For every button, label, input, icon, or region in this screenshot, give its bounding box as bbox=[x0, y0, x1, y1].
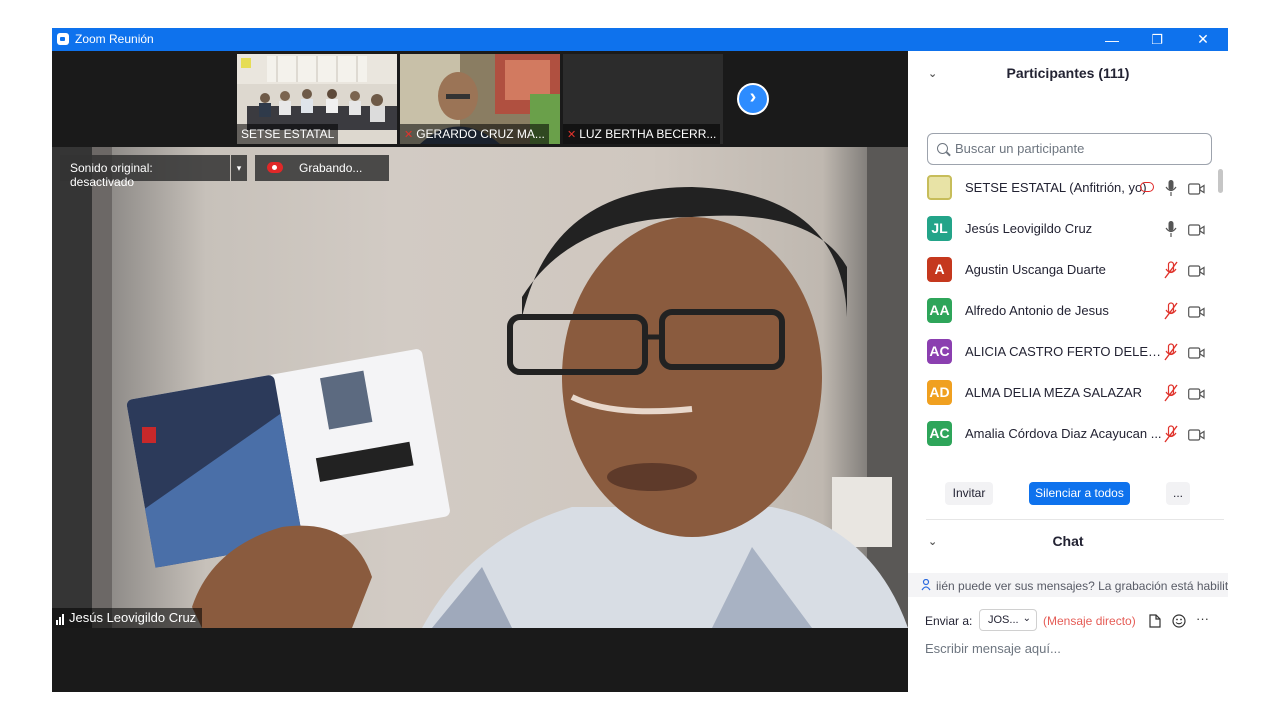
title-bar: Zoom Reunión — ❐ ✕ bbox=[52, 28, 1228, 51]
search-icon bbox=[937, 143, 948, 154]
avatar: JL bbox=[927, 216, 952, 241]
participant-name: Jesús Leovigildo Cruz bbox=[965, 221, 1093, 236]
microphone-muted-icon[interactable] bbox=[1164, 425, 1178, 443]
zoom-window: Zoom Reunión — ❐ ✕ SETSE ESTATAL ✕ GERAR… bbox=[52, 28, 1228, 692]
participant-list-scrollbar[interactable] bbox=[1218, 169, 1223, 455]
restore-button[interactable]: ❐ bbox=[1134, 28, 1180, 51]
video-camera-icon[interactable] bbox=[1188, 346, 1205, 359]
chat-header[interactable]: ⌄ Chat bbox=[908, 533, 1228, 559]
send-to-label: Enviar a: bbox=[925, 614, 973, 628]
close-button[interactable]: ✕ bbox=[1180, 28, 1226, 51]
window-title: Zoom Reunión bbox=[75, 32, 154, 46]
chat-title: Chat bbox=[1052, 533, 1084, 549]
invite-button[interactable]: Invitar bbox=[945, 482, 993, 505]
send-to-value: JOS... bbox=[988, 614, 1019, 626]
avatar: A bbox=[927, 257, 952, 282]
more-options-button[interactable]: ... bbox=[1166, 482, 1190, 505]
original-sound-toggle[interactable]: Sonido original: desactivado bbox=[60, 155, 230, 189]
mute-all-button[interactable]: Silenciar a todos bbox=[1029, 482, 1130, 505]
chat-message-input[interactable]: Escribir mensaje aquí... bbox=[925, 641, 1061, 656]
recording-label: Grabando... bbox=[299, 161, 363, 175]
collapse-chevron-icon[interactable]: ⌄ bbox=[928, 535, 937, 548]
microphone-muted-icon[interactable] bbox=[1164, 384, 1178, 402]
thumbnail-label: ✕ LUZ BERTHA BECERR... bbox=[563, 124, 721, 144]
signal-strength-icon bbox=[56, 610, 65, 625]
chat-visibility-notice: iién puede ver sus mensajes? La grabació… bbox=[908, 573, 1228, 597]
participants-title: Participantes (111) bbox=[1006, 65, 1130, 81]
divider bbox=[926, 519, 1224, 520]
microphone-muted-icon[interactable] bbox=[1164, 343, 1178, 361]
participant-row[interactable]: AC ALICIA CASTRO FERTO DELEGAC... bbox=[908, 333, 1218, 374]
send-to-select[interactable]: JOS... ⌄ bbox=[979, 609, 1037, 631]
participant-search-input[interactable]: Buscar un participante bbox=[927, 133, 1212, 165]
avatar bbox=[927, 175, 952, 200]
avatar: AC bbox=[927, 339, 952, 364]
speaker-name-tag: Jesús Leovigildo Cruz bbox=[52, 608, 203, 628]
participant-row[interactable]: A Agustin Uscanga Duarte bbox=[908, 251, 1218, 292]
participant-list: SETSE ESTATAL (Anfitrión, yo) JL Jesús Leo… bbox=[908, 169, 1218, 455]
video-camera-icon[interactable] bbox=[1188, 305, 1205, 318]
microphone-icon[interactable] bbox=[1164, 220, 1178, 238]
thumbnail-label: ✕ GERARDO CRUZ MA... bbox=[400, 124, 549, 144]
search-placeholder: Buscar un participante bbox=[955, 141, 1085, 156]
microphone-muted-icon[interactable] bbox=[1164, 302, 1178, 320]
mic-muted-icon: ✕ bbox=[404, 129, 414, 141]
mic-muted-icon: ✕ bbox=[567, 129, 577, 141]
avatar: AA bbox=[927, 298, 952, 323]
person-info-icon bbox=[921, 579, 931, 591]
participant-name: Alfredo Antonio de Jesus bbox=[965, 303, 1109, 318]
participant-name: Agustin Uscanga Duarte bbox=[965, 262, 1106, 277]
thumbnail-video[interactable]: ✕ LUZ BERTHA BECERR... bbox=[563, 54, 723, 144]
minimize-button[interactable]: — bbox=[1089, 28, 1135, 51]
active-speaker-video: Sonido original: desactivado ▾ Grabando.… bbox=[52, 147, 908, 628]
video-camera-icon[interactable] bbox=[1188, 264, 1205, 277]
microphone-icon[interactable] bbox=[1164, 179, 1178, 197]
video-camera-icon[interactable] bbox=[1188, 223, 1205, 236]
side-panel: ⌄ Participantes (111) Buscar un particip… bbox=[908, 51, 1228, 692]
thumbnail-label: SETSE ESTATAL bbox=[237, 124, 339, 144]
original-sound-dropdown[interactable]: ▾ bbox=[231, 155, 247, 181]
avatar: AC bbox=[927, 421, 952, 446]
cloud-recording-icon bbox=[267, 162, 283, 173]
speaker-video-image bbox=[52, 147, 908, 628]
participant-row[interactable]: SETSE ESTATAL (Anfitrión, yo) bbox=[908, 169, 1218, 210]
video-camera-icon[interactable] bbox=[1188, 387, 1205, 400]
thumbnail-video[interactable]: SETSE ESTATAL bbox=[237, 54, 397, 144]
more-icon[interactable]: ··· bbox=[1196, 611, 1209, 626]
microphone-muted-icon[interactable] bbox=[1164, 261, 1178, 279]
emoji-icon[interactable] bbox=[1172, 614, 1186, 628]
collapse-chevron-icon[interactable]: ⌄ bbox=[928, 67, 937, 80]
cloud-recording-icon bbox=[1140, 182, 1154, 192]
zoom-app-icon bbox=[57, 33, 69, 45]
thumbnail-video[interactable]: ✕ GERARDO CRUZ MA... bbox=[400, 54, 560, 144]
participant-row[interactable]: AA Alfredo Antonio de Jesus bbox=[908, 292, 1218, 333]
recording-indicator[interactable]: Grabando... bbox=[255, 155, 389, 181]
video-camera-icon[interactable] bbox=[1188, 182, 1205, 195]
chevron-down-icon: ⌄ bbox=[1022, 613, 1031, 624]
participant-name: ALICIA CASTRO FERTO DELEGAC... bbox=[965, 344, 1165, 359]
participant-row[interactable]: AC Amalia Córdova Diaz Acayucan ... bbox=[908, 415, 1218, 455]
video-camera-icon[interactable] bbox=[1188, 428, 1205, 441]
avatar: AD bbox=[927, 380, 952, 405]
participants-header[interactable]: ⌄ Participantes (111) bbox=[908, 65, 1228, 91]
participant-row[interactable]: JL Jesús Leovigildo Cruz bbox=[908, 210, 1218, 251]
next-page-button[interactable]: › bbox=[737, 83, 769, 115]
file-icon[interactable] bbox=[1149, 614, 1161, 628]
participant-row[interactable]: AD ALMA DELIA MEZA SALAZAR bbox=[908, 374, 1218, 415]
direct-message-label: (Mensaje directo) bbox=[1043, 614, 1136, 628]
participant-name: Amalia Córdova Diaz Acayucan ... bbox=[965, 426, 1162, 441]
video-area: SETSE ESTATAL ✕ GERARDO CRUZ MA... ✕ LUZ B… bbox=[52, 51, 908, 692]
participant-name: ALMA DELIA MEZA SALAZAR bbox=[965, 385, 1143, 400]
participant-name: SETSE ESTATAL (Anfitrión, yo) bbox=[965, 180, 1147, 195]
